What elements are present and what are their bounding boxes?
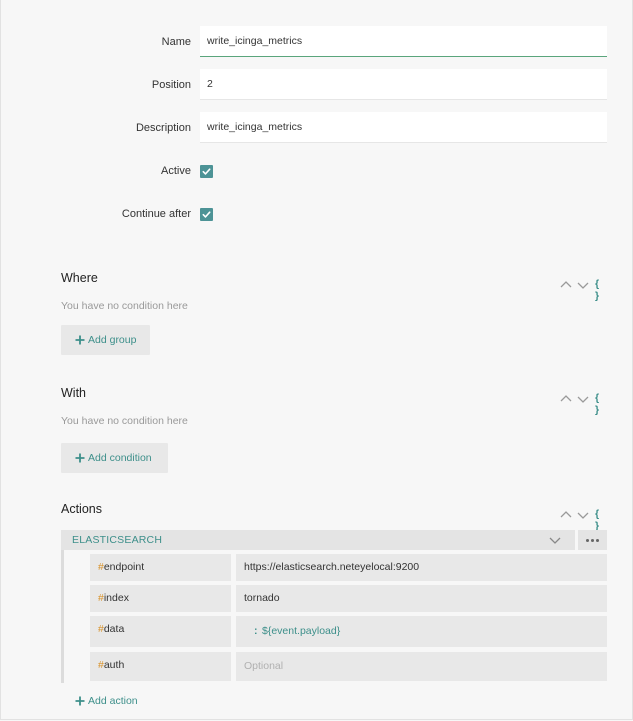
plus-icon	[75, 696, 85, 706]
chevron-down-icon[interactable]	[548, 533, 562, 547]
position-label: Position	[151, 79, 191, 91]
active-label: Active	[161, 165, 191, 177]
check-icon	[202, 168, 211, 175]
chevron-up-icon[interactable]	[559, 278, 573, 292]
param-key-auth: #auth	[90, 652, 231, 681]
plus-icon	[75, 335, 85, 345]
chevron-up-icon[interactable]	[559, 392, 573, 406]
add-group-label: Add group	[88, 334, 137, 346]
param-value-auth[interactable]: Optional	[236, 652, 607, 681]
param-row-data: #data : ${event.payload}	[90, 616, 607, 647]
name-row: Name	[1, 26, 633, 58]
description-row: Description	[1, 112, 633, 144]
where-json-toggle[interactable]: { }	[595, 278, 609, 302]
param-row-endpoint: #endpoint https://elasticsearch.neteyelo…	[90, 554, 607, 581]
action-type: ELASTICSEARCH	[72, 534, 163, 546]
where-empty-text: You have no condition here	[61, 300, 188, 312]
actions-title: Actions	[61, 502, 102, 516]
plus-icon	[75, 453, 85, 463]
param-value-endpoint[interactable]: https://elasticsearch.neteyelocal:9200	[236, 554, 607, 581]
param-key-endpoint: #endpoint	[90, 554, 231, 581]
check-icon	[202, 211, 211, 218]
chevron-down-icon[interactable]	[576, 278, 590, 292]
action-left-bar	[61, 550, 64, 683]
chevron-up-icon[interactable]	[559, 508, 573, 522]
action-more-button[interactable]	[578, 530, 607, 550]
active-row: Active	[1, 155, 633, 187]
active-checkbox[interactable]	[200, 165, 213, 178]
param-key-data: #data	[90, 616, 231, 647]
param-key-label: auth	[103, 659, 125, 671]
payload-expression[interactable]: ${event.payload}	[262, 616, 340, 647]
more-horizontal-icon	[586, 539, 589, 542]
with-json-toggle[interactable]: { }	[595, 392, 609, 416]
name-label: Name	[161, 36, 191, 48]
position-row: Position	[1, 69, 633, 101]
param-key-index: #index	[90, 585, 231, 612]
param-key-label: endpoint	[103, 561, 145, 573]
param-value-index[interactable]: tornado	[236, 585, 607, 612]
chevron-down-icon[interactable]	[576, 392, 590, 406]
with-empty-text: You have no condition here	[61, 415, 188, 427]
actions-json-toggle[interactable]: { }	[595, 508, 609, 532]
action-header[interactable]: ELASTICSEARCH	[61, 530, 575, 550]
editor-panel: Name Position Description Active Continu…	[0, 0, 633, 720]
add-action-label: Add action	[88, 695, 138, 707]
with-title: With	[61, 386, 86, 400]
add-condition-button[interactable]: Add condition	[61, 443, 168, 473]
param-row-index: #index tornado	[90, 585, 607, 612]
continue-after-row: Continue after	[1, 198, 633, 230]
description-input[interactable]	[200, 112, 607, 143]
param-key-label: index	[103, 592, 129, 604]
with-controls: { }	[559, 392, 609, 416]
add-group-button[interactable]: Add group	[61, 325, 150, 355]
actions-controls: { }	[559, 508, 609, 532]
continue-after-label: Continue after	[121, 208, 191, 220]
param-value-data[interactable]: : ${event.payload}	[236, 616, 607, 647]
add-condition-label: Add condition	[88, 452, 152, 464]
description-label: Description	[135, 122, 191, 134]
param-key-label: data	[103, 623, 125, 635]
name-input[interactable]	[200, 26, 607, 57]
param-row-auth: #auth Optional	[90, 652, 607, 681]
position-input[interactable]	[200, 69, 607, 100]
where-controls: { }	[559, 278, 609, 302]
continue-after-checkbox[interactable]	[200, 208, 213, 221]
where-title: Where	[61, 271, 98, 285]
chevron-down-icon[interactable]	[576, 508, 590, 522]
object-colon: :	[254, 625, 258, 637]
